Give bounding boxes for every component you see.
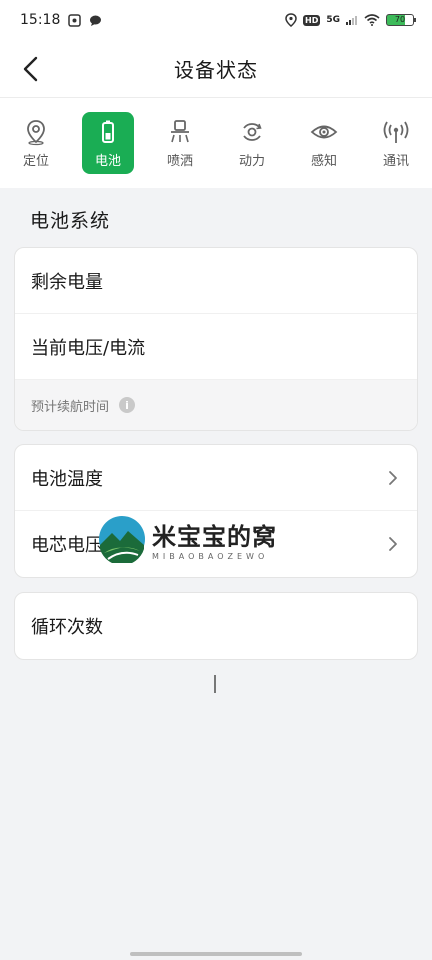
battery-temperature-row[interactable]: 电池温度	[15, 445, 417, 511]
chevron-left-icon	[23, 56, 38, 82]
tab-label: 喷洒	[166, 153, 193, 169]
remaining-capacity-row: 剩余电量	[15, 248, 417, 314]
tab-sprayer[interactable]: 喷洒	[154, 112, 206, 174]
hd-badge: HD	[303, 14, 321, 26]
signal-icon	[383, 121, 409, 143]
info-icon[interactable]: i	[119, 397, 136, 413]
tab-label: 定位	[22, 153, 49, 169]
message-notification-icon	[89, 14, 102, 27]
signal-strength-icon	[346, 15, 358, 25]
tab-label: 感知	[310, 153, 337, 169]
row-label: 电池温度	[31, 468, 103, 490]
tab-location[interactable]: 定位	[10, 112, 62, 174]
section-title: 电池系统	[30, 210, 111, 232]
page-title: 设备状态	[174, 58, 258, 82]
location-icon	[27, 119, 45, 145]
chevron-right-icon	[389, 537, 397, 551]
status-time: 15:18	[20, 12, 61, 28]
battery-icon	[102, 120, 114, 143]
title-bar: 设备状态	[0, 40, 432, 98]
text-cursor	[214, 675, 216, 693]
wifi-icon	[364, 14, 380, 26]
estimated-endurance-row: 预计续航时间 i	[15, 380, 417, 430]
battery-status-icon: 70	[386, 14, 416, 26]
gallery-notification-icon	[68, 13, 82, 27]
watermark: 米宝宝的窝 MIBAOBAOZEWO	[98, 514, 298, 564]
cycle-count-card: 循环次数	[14, 592, 418, 660]
tab-battery[interactable]: 电池	[82, 112, 134, 174]
chevron-right-icon	[389, 470, 397, 485]
watermark-title: 米宝宝的窝	[152, 522, 277, 551]
voltage-current-row: 当前电压/电流	[15, 314, 417, 380]
row-label: 当前电压/电流	[31, 337, 146, 359]
cycle-count-row: 循环次数	[15, 593, 417, 659]
watermark-subtitle: MIBAOBAOZEWO	[152, 552, 269, 561]
tab-perception[interactable]: 感知	[298, 112, 350, 174]
row-label: 预计续航时间	[31, 399, 110, 415]
sprayer-icon	[171, 119, 189, 142]
row-label: 电芯电压	[31, 535, 103, 556]
network-type: 5G	[326, 15, 340, 25]
eye-icon	[310, 125, 338, 138]
watermark-logo	[99, 516, 145, 563]
battery-info-card: 剩余电量 当前电压/电流 预计续航时间 i	[14, 247, 418, 431]
power-icon	[243, 122, 262, 141]
tab-label: 动力	[238, 153, 265, 169]
row-label: 剩余电量	[31, 271, 103, 293]
back-button[interactable]	[14, 52, 48, 86]
location-status-icon	[285, 13, 297, 27]
tab-communication[interactable]: 通讯	[370, 112, 422, 174]
tab-power[interactable]: 动力	[226, 112, 278, 174]
row-label: 循环次数	[31, 617, 103, 638]
tab-label: 通讯	[382, 153, 409, 169]
home-indicator[interactable]	[130, 952, 302, 956]
tab-label: 电池	[94, 153, 121, 169]
status-bar: 15:18 HD 5G 70	[0, 0, 432, 40]
device-tabs: 定位 电池 喷洒 动力 感知 通讯	[0, 98, 432, 188]
